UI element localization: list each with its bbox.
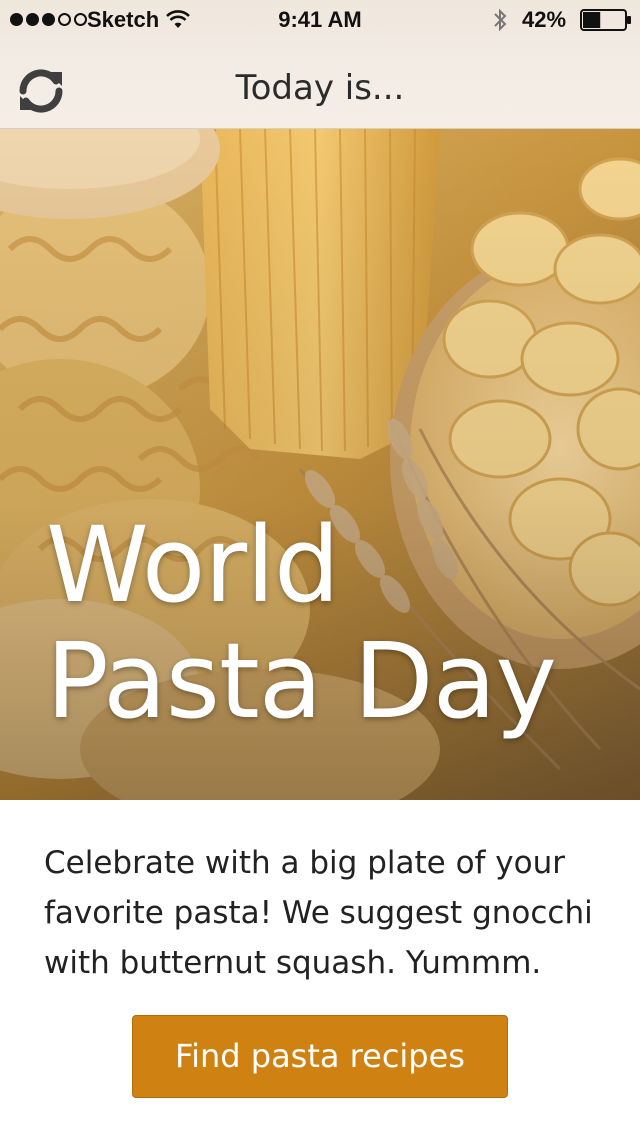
navigation-bar: Today is... (0, 40, 640, 128)
nav-title: Today is... (235, 68, 405, 108)
hero-section: World Pasta Day (0, 129, 640, 800)
description-text: Celebrate with a big plate of your favor… (44, 845, 593, 981)
hero-title-line-1: World (46, 504, 340, 626)
battery-icon (580, 9, 631, 31)
header: Sketch 9:41 AM 42% Today is... (0, 0, 640, 129)
status-bar: Sketch 9:41 AM 42% (0, 0, 640, 40)
app-screen: Sketch 9:41 AM 42% Today is... World Pas… (0, 0, 640, 1136)
bluetooth-icon (494, 8, 507, 32)
find-pasta-recipes-button[interactable]: Find pasta recipes (132, 1015, 508, 1098)
hero-title: World Pasta Day (46, 507, 626, 739)
battery-percentage: 42% (522, 7, 567, 32)
content-section: Celebrate with a big plate of your favor… (0, 800, 640, 1136)
hero-title-line-2: Pasta Day (46, 620, 557, 742)
